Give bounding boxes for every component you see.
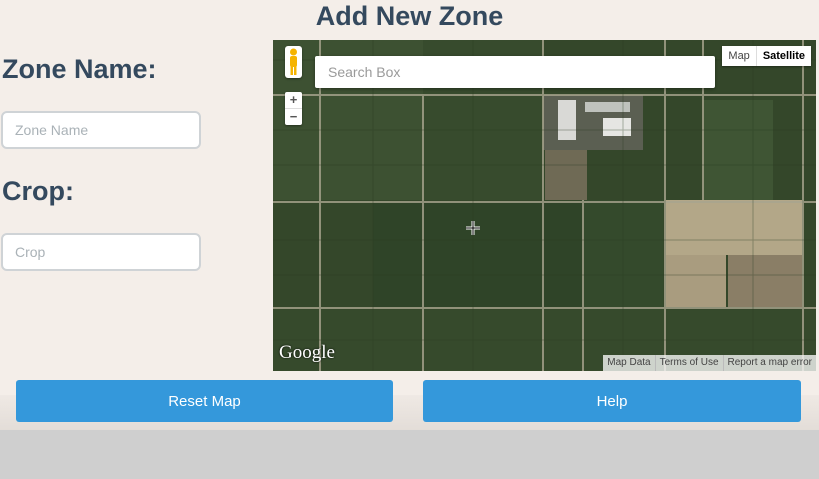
zoom-control: + − [285, 92, 302, 125]
map-type-satellite-button[interactable]: Satellite [755, 46, 811, 66]
zoom-out-button[interactable]: − [285, 109, 302, 125]
report-map-error-link[interactable]: Report a map error [722, 355, 816, 371]
map-type-control: Map Satellite [722, 46, 811, 66]
zone-name-input[interactable] [1, 111, 201, 149]
footer-area [0, 430, 819, 479]
zone-name-label: Zone Name: [2, 54, 157, 84]
map-attribution: Map Data Terms of Use Report a map error [603, 355, 816, 371]
page-title: Add New Zone [315, 1, 504, 31]
street-view-pegman-icon[interactable] [285, 46, 302, 78]
terms-of-use-link[interactable]: Terms of Use [654, 355, 723, 371]
map-type-map-button[interactable]: Map [722, 46, 756, 66]
map-search-input[interactable] [315, 56, 715, 88]
map-imagery [273, 40, 816, 371]
google-logo: Google [279, 342, 335, 363]
map-data-link[interactable]: Map Data [603, 355, 654, 371]
crop-input[interactable] [1, 233, 201, 271]
help-button[interactable]: Help [423, 380, 801, 422]
crop-label: Crop: [2, 176, 74, 206]
zoom-in-button[interactable]: + [285, 92, 302, 108]
satellite-map[interactable]: + − Map Satellite Google Map Data Terms … [273, 40, 816, 371]
reset-map-button[interactable]: Reset Map [16, 380, 393, 422]
crosshair-cursor-icon [466, 221, 480, 235]
